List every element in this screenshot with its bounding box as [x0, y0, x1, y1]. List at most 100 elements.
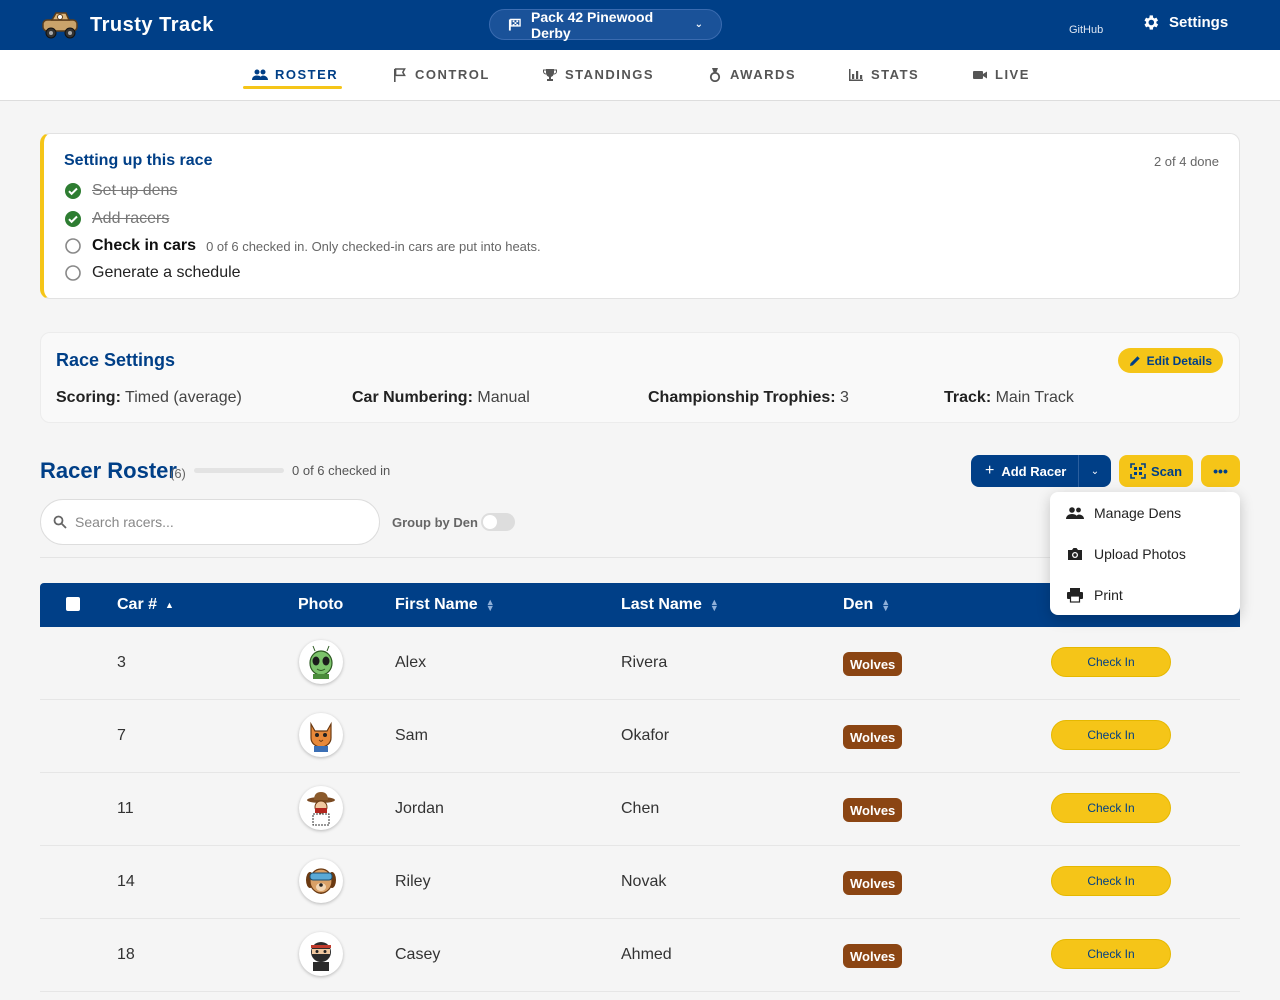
check-in-button[interactable]: Check In — [1051, 866, 1171, 896]
car-number: 14 — [117, 873, 135, 890]
roster-count: (6) — [170, 466, 186, 481]
empty-circle-icon — [65, 265, 81, 281]
more-options-button[interactable]: ••• — [1201, 455, 1240, 487]
brand[interactable]: Trusty Track — [40, 8, 214, 42]
checkered-flag-icon — [508, 18, 521, 31]
setup-progress: 2 of 4 done — [1153, 154, 1219, 169]
people-icon — [252, 69, 268, 80]
search-input[interactable] — [75, 514, 355, 530]
app-name: Trusty Track — [90, 13, 214, 36]
medal-icon — [709, 67, 721, 82]
menu-item-manage-dens[interactable]: Manage Dens — [1050, 492, 1240, 533]
top-bar: Trusty Track Pack 42 Pinewood Derby ⌄ Gi… — [0, 0, 1280, 50]
table-row: 14 Riley Novak Wolves Check In — [40, 846, 1240, 919]
check-circle-icon — [65, 211, 81, 227]
ellipsis-icon: ••• — [1213, 463, 1228, 479]
settings-button[interactable]: Settings — [1141, 13, 1228, 32]
setup-step-schedule[interactable]: Generate a schedule — [64, 264, 241, 282]
event-name: Pack 42 Pinewood Derby — [530, 8, 654, 41]
checkin-progress-text: 0 of 6 checked in — [292, 463, 391, 478]
first-name: Sam — [395, 727, 428, 744]
more-options-menu: Manage Dens Upload Photos Print — [1050, 492, 1240, 615]
check-in-button[interactable]: Check In — [1051, 793, 1171, 823]
roster-title: Racer Roster — [40, 458, 177, 483]
den-badge: Wolves — [843, 652, 903, 676]
group-by-den-toggle[interactable] — [481, 513, 515, 531]
printer-icon — [1067, 587, 1083, 603]
add-racer-split-button: + Add Racer ⌄ — [971, 455, 1111, 487]
car-number: 7 — [117, 727, 126, 744]
toggle-knob — [483, 515, 497, 529]
search-icon — [53, 515, 67, 529]
setting-scoring: Scoring: Timed (average) — [56, 389, 242, 406]
active-tab-indicator — [243, 86, 342, 89]
last-name: Novak — [621, 873, 667, 890]
column-last-name[interactable]: Last Name ▲ ▼ — [621, 596, 719, 614]
trophy-icon — [543, 68, 557, 81]
camera-icon — [1068, 547, 1082, 560]
den-badge: Wolves — [843, 798, 903, 822]
table-row: 18 Casey Ahmed Wolves Check In — [40, 919, 1240, 992]
select-all-checkbox[interactable] — [66, 597, 80, 611]
check-circle-icon — [65, 183, 81, 199]
car-number: 18 — [117, 946, 135, 963]
table-row: 7 Sam Okafor Wolves Check In — [40, 700, 1240, 773]
tab-roster[interactable]: ROSTER — [252, 67, 338, 82]
first-name: Jordan — [395, 800, 444, 817]
gear-icon — [1144, 15, 1159, 30]
table-row: 3 Alex Rivera Wolves Check In — [40, 627, 1240, 700]
edit-details-button[interactable]: Edit Details — [1117, 348, 1223, 373]
github-link[interactable]: GitHub — [1069, 24, 1103, 36]
column-photo: Photo — [298, 596, 344, 613]
scan-button[interactable]: Scan — [1119, 455, 1193, 487]
checkin-progress-bar — [194, 468, 284, 473]
first-name: Casey — [395, 946, 441, 963]
group-by-den-label: Group by Den — [392, 515, 478, 530]
den-badge: Wolves — [843, 871, 903, 895]
setup-step-dens[interactable]: Set up dens — [64, 182, 177, 200]
add-racer-dropdown-toggle[interactable]: ⌄ — [1078, 455, 1111, 487]
video-camera-icon — [973, 70, 987, 79]
bar-chart-icon — [849, 68, 863, 81]
tab-live[interactable]: LIVE — [972, 67, 1030, 82]
menu-item-upload-photos[interactable]: Upload Photos — [1050, 533, 1240, 574]
search-racers — [40, 499, 380, 545]
den-badge: Wolves — [843, 725, 903, 749]
sort-ascending-icon: ▲ — [165, 600, 174, 610]
check-in-button[interactable]: Check In — [1051, 647, 1171, 677]
setting-car-numbering: Car Numbering: Manual — [352, 389, 530, 406]
settings-label: Settings — [1169, 14, 1229, 31]
tab-control[interactable]: CONTROL — [392, 67, 490, 82]
setup-step-checkin[interactable]: Check in cars 0 of 6 checked in. Only ch… — [64, 237, 541, 255]
setup-step-racers[interactable]: Add racers — [64, 210, 169, 228]
derby-car-logo-icon — [42, 12, 78, 39]
check-in-button[interactable]: Check In — [1051, 939, 1171, 969]
pencil-icon — [1129, 355, 1140, 366]
dog-goggles-avatar-icon — [299, 859, 343, 903]
people-icon — [1066, 506, 1084, 519]
chevron-down-icon: ⌄ — [1090, 465, 1100, 477]
empty-circle-icon — [65, 238, 81, 254]
last-name: Okafor — [621, 727, 670, 744]
tab-stats[interactable]: STATS — [848, 67, 919, 82]
tab-standings[interactable]: STANDINGS — [542, 67, 654, 82]
table-row: 11 Jordan Chen Wolves Check In — [40, 773, 1240, 846]
chevron-down-icon: ⌄ — [694, 19, 703, 30]
setup-step-hint: 0 of 6 checked in. Only checked-in cars … — [206, 238, 541, 254]
last-name: Ahmed — [621, 946, 672, 963]
menu-item-print[interactable]: Print — [1050, 574, 1240, 615]
add-racer-button[interactable]: + Add Racer — [971, 455, 1078, 487]
column-den[interactable]: Den ▲ ▼ — [843, 596, 890, 614]
alien-avatar-icon — [299, 640, 343, 684]
column-car-number[interactable]: Car # ▲ — [117, 596, 174, 614]
car-number: 11 — [117, 800, 134, 817]
event-selector[interactable]: Pack 42 Pinewood Derby ⌄ — [489, 8, 722, 41]
flag-icon — [394, 67, 406, 82]
check-in-button[interactable]: Check In — [1051, 720, 1171, 750]
last-name: Chen — [621, 800, 660, 817]
main-tabs: ROSTER CONTROL STANDINGS AWARDS STATS LI… — [0, 50, 1280, 101]
tab-awards[interactable]: AWARDS — [707, 67, 796, 82]
setup-title: Setting up this race — [64, 152, 213, 169]
cat-avatar-icon — [299, 713, 343, 757]
column-first-name[interactable]: First Name ▲ ▼ — [395, 596, 495, 614]
